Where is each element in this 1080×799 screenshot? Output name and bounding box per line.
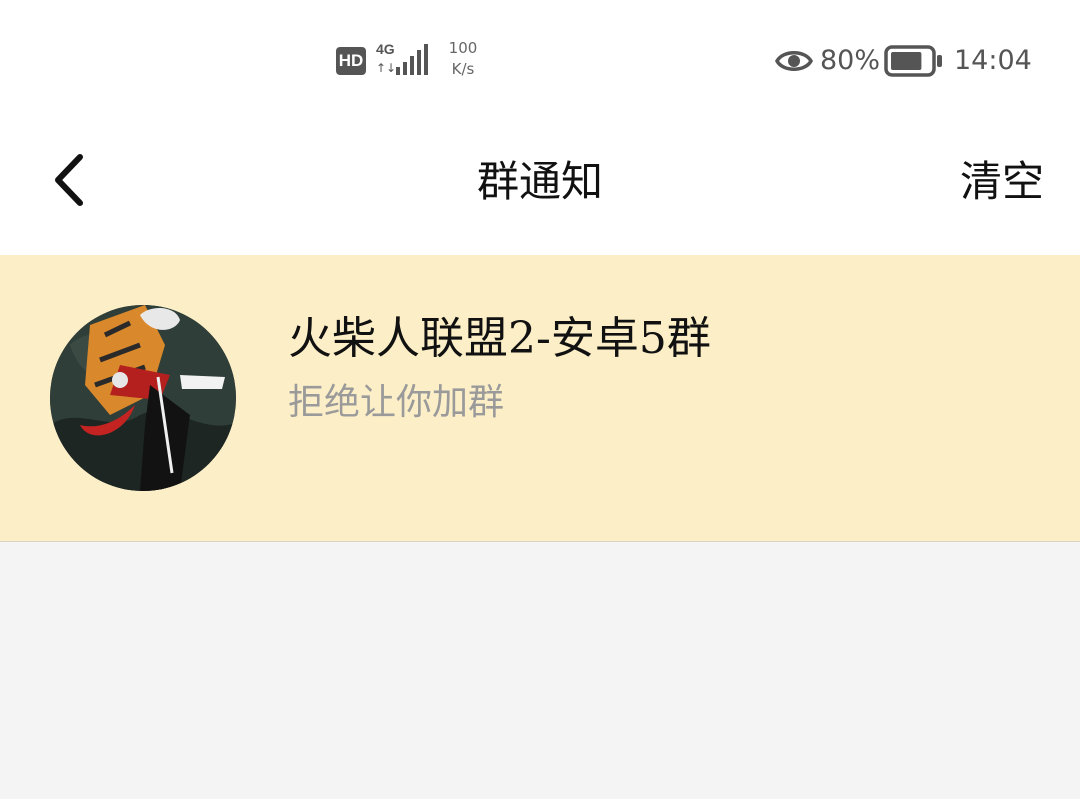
back-button[interactable] xyxy=(40,144,100,214)
group-avatar-image xyxy=(50,305,236,491)
chevron-left-icon xyxy=(55,154,83,206)
group-avatar[interactable] xyxy=(50,305,236,491)
notification-item[interactable]: 火柴人联盟2-安卓5群 拒绝让你加群 xyxy=(0,255,1080,542)
notification-list: 火柴人联盟2-安卓5群 拒绝让你加群 xyxy=(0,255,1080,542)
hd-voice-badge: HD xyxy=(336,47,366,75)
battery-icon xyxy=(884,45,942,77)
title-bar: 群通知 清空 xyxy=(0,120,1080,255)
eye-icon xyxy=(775,51,813,71)
clear-button[interactable]: 清空 xyxy=(960,154,1044,210)
group-name: 火柴人联盟2-安卓5群 xyxy=(288,313,711,364)
network-speed-unit: K/s xyxy=(451,60,475,78)
signal-bar-4 xyxy=(417,50,421,75)
signal-bar-3 xyxy=(410,56,414,75)
signal-bar-1 xyxy=(396,67,400,75)
network-speed: 100 K/s xyxy=(446,38,480,80)
signal-bar-2 xyxy=(403,62,407,75)
status-bar: HD 4G ↑↓ 100 K/s 80% 14:04 xyxy=(0,0,1080,120)
battery-fill xyxy=(891,52,922,70)
notice-message: 拒绝让你加群 xyxy=(288,382,505,423)
clock: 14:04 xyxy=(954,45,1032,76)
signal-strength-icon xyxy=(396,44,428,75)
network-speed-value: 100 xyxy=(448,39,478,57)
data-activity-icon: ↑↓ xyxy=(376,61,397,75)
page-title: 群通知 xyxy=(476,157,603,206)
network-type-label: 4G xyxy=(376,41,395,57)
battery-percent: 80% xyxy=(820,45,881,76)
signal-bar-5 xyxy=(424,44,428,75)
